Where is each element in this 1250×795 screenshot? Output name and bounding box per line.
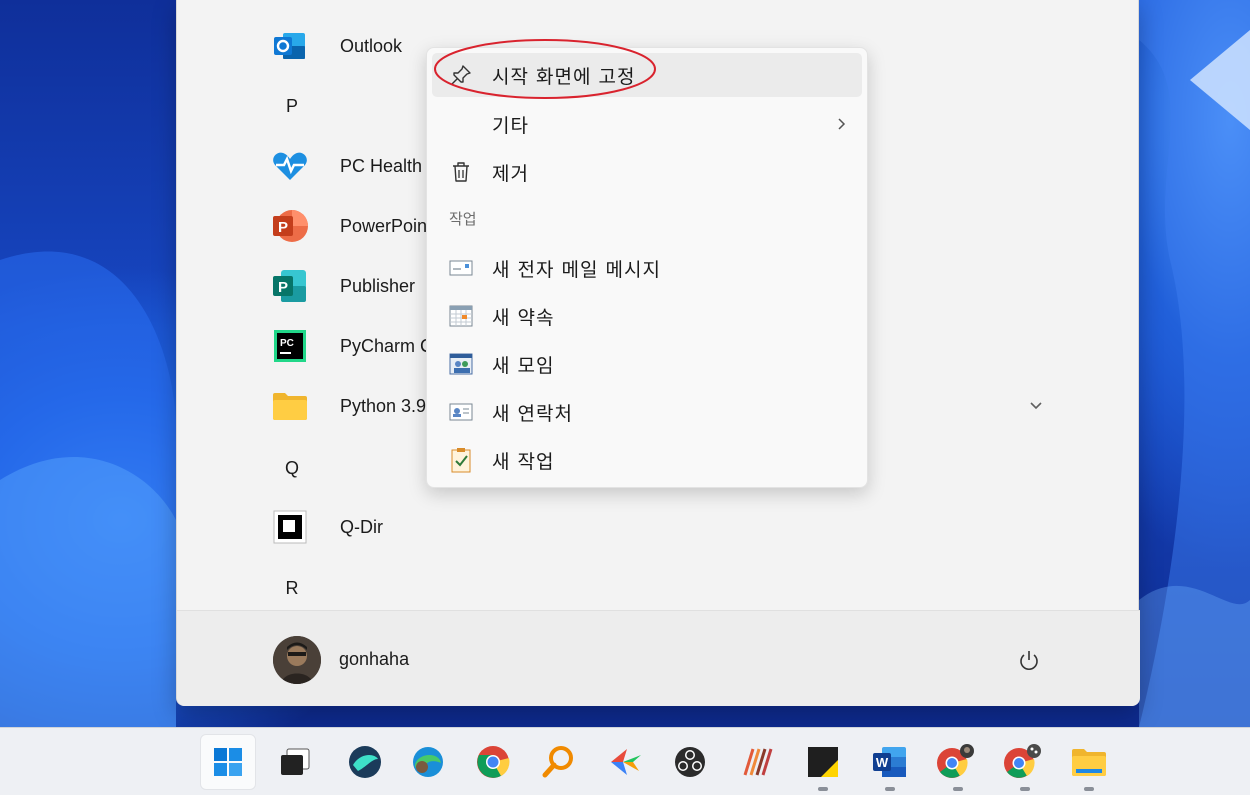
outlook-icon [272,28,308,64]
sticky-app-icon [808,747,838,777]
running-indicator [1084,787,1094,791]
task-new-meeting[interactable]: 새 모임 [432,342,862,386]
pycharm-icon: PC [272,328,308,364]
task-view-button[interactable] [267,734,323,790]
app-label: PyCharm C [340,335,434,356]
taskbar-app-stripes[interactable] [730,734,786,790]
menu-item-label: 제거 [492,162,529,185]
app-q-dir[interactable]: Q-Dir [257,503,1057,551]
letter-header-p[interactable]: P [277,96,307,117]
taskbar-app-chrome-profile-2[interactable] [995,734,1051,790]
search-tool-icon [542,746,573,778]
more-item[interactable]: 기타 [432,102,862,146]
svg-text:P: P [278,279,288,296]
task-new-mail[interactable]: 새 전자 메일 메시지 [432,246,862,290]
taskbar-app-obs[interactable] [662,734,718,790]
chevron-right-icon [838,118,846,130]
chrome-profile-icon [1004,744,1041,778]
taskbar-app-file-explorer[interactable] [1061,734,1117,790]
running-indicator [885,787,895,791]
task-new-appointment[interactable]: 새 약속 [432,294,862,338]
taskbar-app-sticky[interactable] [795,734,851,790]
taskbar-app-chrome-profile-1[interactable] [928,734,984,790]
edge-icon [413,747,443,777]
app-label: PC Health [340,155,423,176]
new-contact-icon [449,400,473,424]
start-icon [214,748,242,776]
running-indicator [1020,787,1030,791]
app-label: Publisher [340,275,416,296]
running-indicator [818,787,828,791]
pc-health-icon [272,148,308,184]
uninstall-item[interactable]: 제거 [432,150,862,194]
chrome-profile-icon [937,744,974,778]
app-label: Q-Dir [340,516,383,537]
word-icon: W [873,747,906,777]
taskbar-app-word[interactable]: W [862,734,918,790]
app-label: PowerPoin [340,215,428,236]
task-new-contact[interactable]: 새 연락처 [432,390,862,434]
taskbar-app-edge[interactable] [400,734,456,790]
power-icon[interactable] [1015,647,1043,675]
letter-header-q[interactable]: Q [277,458,307,479]
new-appointment-icon [449,304,473,328]
q-dir-icon [272,509,308,545]
powerpoint-icon: P [272,208,308,244]
pin-to-start-item[interactable]: 시작 화면에 고정 [432,53,862,97]
svg-text:P: P [278,219,288,236]
file-explorer-icon [1072,749,1106,776]
menu-item-label: 새 약속 [492,306,555,329]
menu-item-label: 새 연락처 [492,402,573,425]
tasks-section-label: 작업 [449,210,477,228]
menu-item-label: 새 모임 [492,354,555,377]
taskbar-app-chrome[interactable] [465,734,521,790]
task-new-task[interactable]: 새 작업 [432,438,862,482]
svg-text:PC: PC [280,338,294,349]
task-view-icon [281,748,310,775]
taskbar: W [0,727,1250,795]
start-button[interactable] [200,734,256,790]
menu-item-label: 새 전자 메일 메시지 [492,258,661,281]
new-task-icon [449,448,473,473]
app-icon [611,749,641,775]
taskbar-app-whale[interactable] [337,734,393,790]
app-label: Python 3.9 [340,395,427,416]
letter-header-r[interactable]: R [277,578,307,599]
publisher-icon: P [272,268,308,304]
taskbar-app-search-tool[interactable] [530,734,586,790]
app-label: Outlook [340,35,403,56]
trash-icon [449,160,473,184]
menu-item-label: 시작 화면에 고정 [492,65,636,88]
running-indicator [953,787,963,791]
chevron-down-icon[interactable] [1027,396,1045,414]
context-menu: 시작 화면에 고정 기타 제거 작업 새 전자 메일 메시지 새 약속 새 모임… [426,47,868,488]
svg-text:W: W [876,755,889,770]
menu-item-label: 새 작업 [492,450,555,473]
chrome-icon [477,746,510,778]
menu-item-label: 기타 [492,114,529,137]
whale-browser-icon [349,746,381,778]
taskbar-app-colorful[interactable] [598,734,654,790]
obs-icon [675,747,705,777]
new-mail-icon [449,256,473,280]
new-meeting-icon [449,352,473,376]
app-icon [743,748,773,776]
user-bar: gonhaha [177,610,1140,706]
folder-icon [272,388,308,424]
user-name[interactable]: gonhaha [339,649,409,670]
pin-icon [449,63,473,87]
avatar[interactable] [273,636,321,684]
